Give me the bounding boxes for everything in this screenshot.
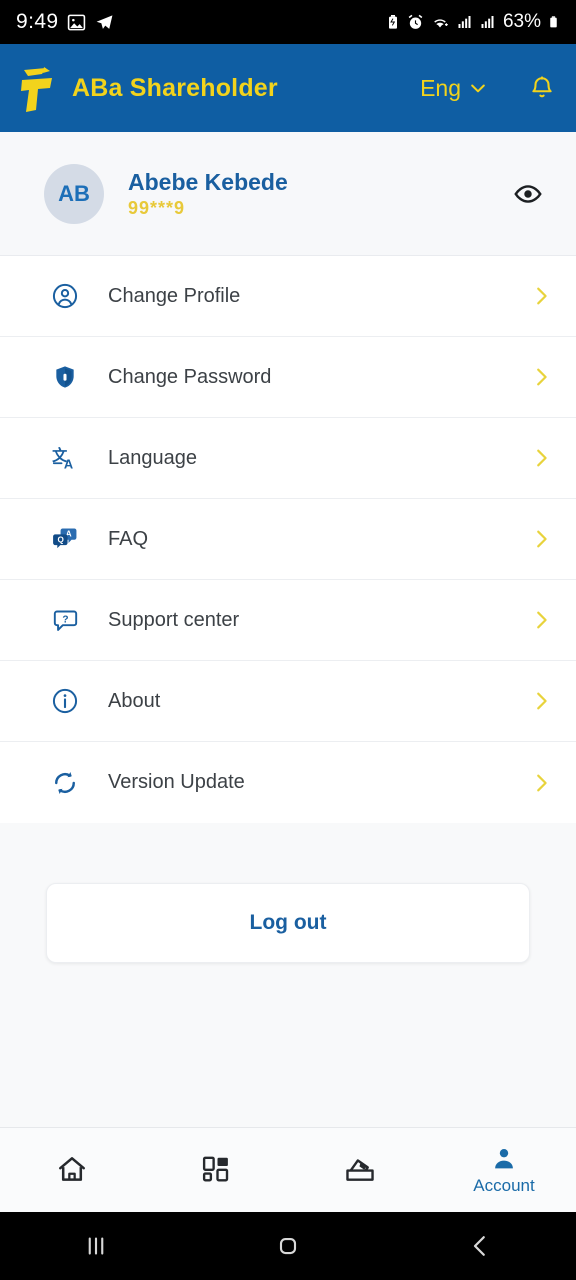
profile-section: AB Abebe Kebede 99***9 — [0, 132, 576, 256]
status-bar-right: 63% — [385, 11, 560, 33]
status-time: 9:49 — [16, 10, 59, 33]
lower-area: Log out — [0, 823, 576, 1127]
back-chevron-icon — [473, 1236, 485, 1256]
info-circle-icon — [48, 684, 82, 718]
bottom-navigation: Account — [0, 1127, 576, 1212]
wifi-icon — [434, 18, 448, 27]
person-icon — [495, 1148, 513, 1168]
telegram-icon — [97, 14, 113, 29]
home-square-icon — [279, 1237, 297, 1255]
chevron-right-icon — [537, 530, 547, 548]
chevron-right-icon — [537, 774, 547, 791]
battery-icon — [550, 16, 557, 28]
menu-item-language[interactable]: 文 A Language — [0, 418, 576, 499]
menu-item-label: Change Password — [108, 365, 272, 388]
logout-button[interactable]: Log out — [46, 883, 530, 963]
settings-menu: Change Profile Change Password 文 A Langu… — [0, 256, 576, 823]
eye-icon — [514, 184, 542, 203]
profile-account-number: 99***9 — [128, 198, 186, 219]
android-home-button[interactable] — [192, 1231, 384, 1261]
profile-texts: Abebe Kebede 99***9 — [128, 168, 508, 220]
menu-item-label: About — [108, 689, 161, 712]
svg-text:A: A — [64, 457, 73, 472]
menu-item-label: Support center — [108, 608, 240, 631]
recents-icon — [88, 1237, 104, 1255]
signal-icon-1 — [458, 16, 471, 28]
menu-item-label: Language — [108, 446, 197, 469]
avatar: AB — [44, 163, 104, 224]
menu-item-change-profile[interactable]: Change Profile — [0, 256, 576, 337]
chevron-right-icon — [537, 368, 547, 386]
nav-item-account[interactable]: Account — [432, 1128, 576, 1212]
bell-icon — [532, 76, 552, 98]
nav-item-vote[interactable] — [288, 1128, 432, 1212]
nav-item-dashboard[interactable] — [144, 1128, 288, 1212]
language-selector[interactable]: Eng — [420, 75, 488, 102]
menu-item-label: Change Profile — [108, 284, 241, 307]
toggle-visibility-button[interactable] — [508, 174, 548, 214]
battery-saver-icon — [388, 15, 397, 29]
status-bar: 9:49 63% — [0, 0, 576, 44]
chevron-down-icon — [471, 84, 485, 93]
profile-name: Abebe Kebede — [128, 168, 288, 195]
chevron-right-icon — [537, 449, 547, 467]
battery-percent: 63% — [502, 11, 541, 32]
home-icon — [59, 1156, 85, 1181]
chevron-right-icon — [537, 692, 547, 710]
signal-icon-2 — [481, 16, 494, 28]
alarm-icon — [408, 14, 423, 29]
app-title: ABa Shareholder — [72, 73, 278, 102]
photo-icon — [68, 14, 86, 30]
app-header: ABa Shareholder Eng — [0, 44, 576, 132]
nav-item-home[interactable] — [0, 1128, 144, 1212]
user-circle-icon — [48, 279, 82, 313]
android-back-button[interactable] — [384, 1231, 576, 1261]
refresh-icon — [48, 766, 82, 800]
chevron-right-icon — [537, 287, 547, 305]
android-recents-button[interactable] — [0, 1231, 192, 1261]
menu-item-support-center[interactable]: ? Support center — [0, 580, 576, 661]
menu-item-faq[interactable]: A Q FAQ — [0, 499, 576, 580]
svg-text:Q: Q — [58, 536, 64, 545]
translate-icon: 文 A — [48, 441, 82, 475]
ballot-icon — [346, 1158, 374, 1181]
svg-text:?: ? — [62, 614, 68, 625]
notification-button[interactable] — [526, 72, 558, 104]
menu-item-change-password[interactable]: Change Password — [0, 337, 576, 418]
shield-icon — [48, 360, 82, 394]
qa-bubbles-icon: A Q — [48, 522, 82, 556]
nav-item-label: Account — [473, 1175, 535, 1195]
chevron-right-icon — [537, 611, 547, 629]
chat-question-icon: ? — [48, 603, 82, 637]
status-bar-left: 9:49 — [16, 10, 114, 34]
menu-item-label: FAQ — [108, 527, 149, 550]
language-label: Eng — [420, 74, 461, 101]
menu-item-label: Version Update — [108, 771, 245, 793]
menu-item-version-update[interactable]: Version Update — [0, 742, 576, 823]
menu-item-about[interactable]: About — [0, 661, 576, 742]
android-navigation-bar — [0, 1212, 576, 1280]
phone-screen: 9:49 63% ABa Shareholder Eng AB Abebe Ke… — [0, 0, 576, 1280]
aba-logo-icon — [14, 59, 60, 117]
grid-icon — [202, 1156, 229, 1181]
